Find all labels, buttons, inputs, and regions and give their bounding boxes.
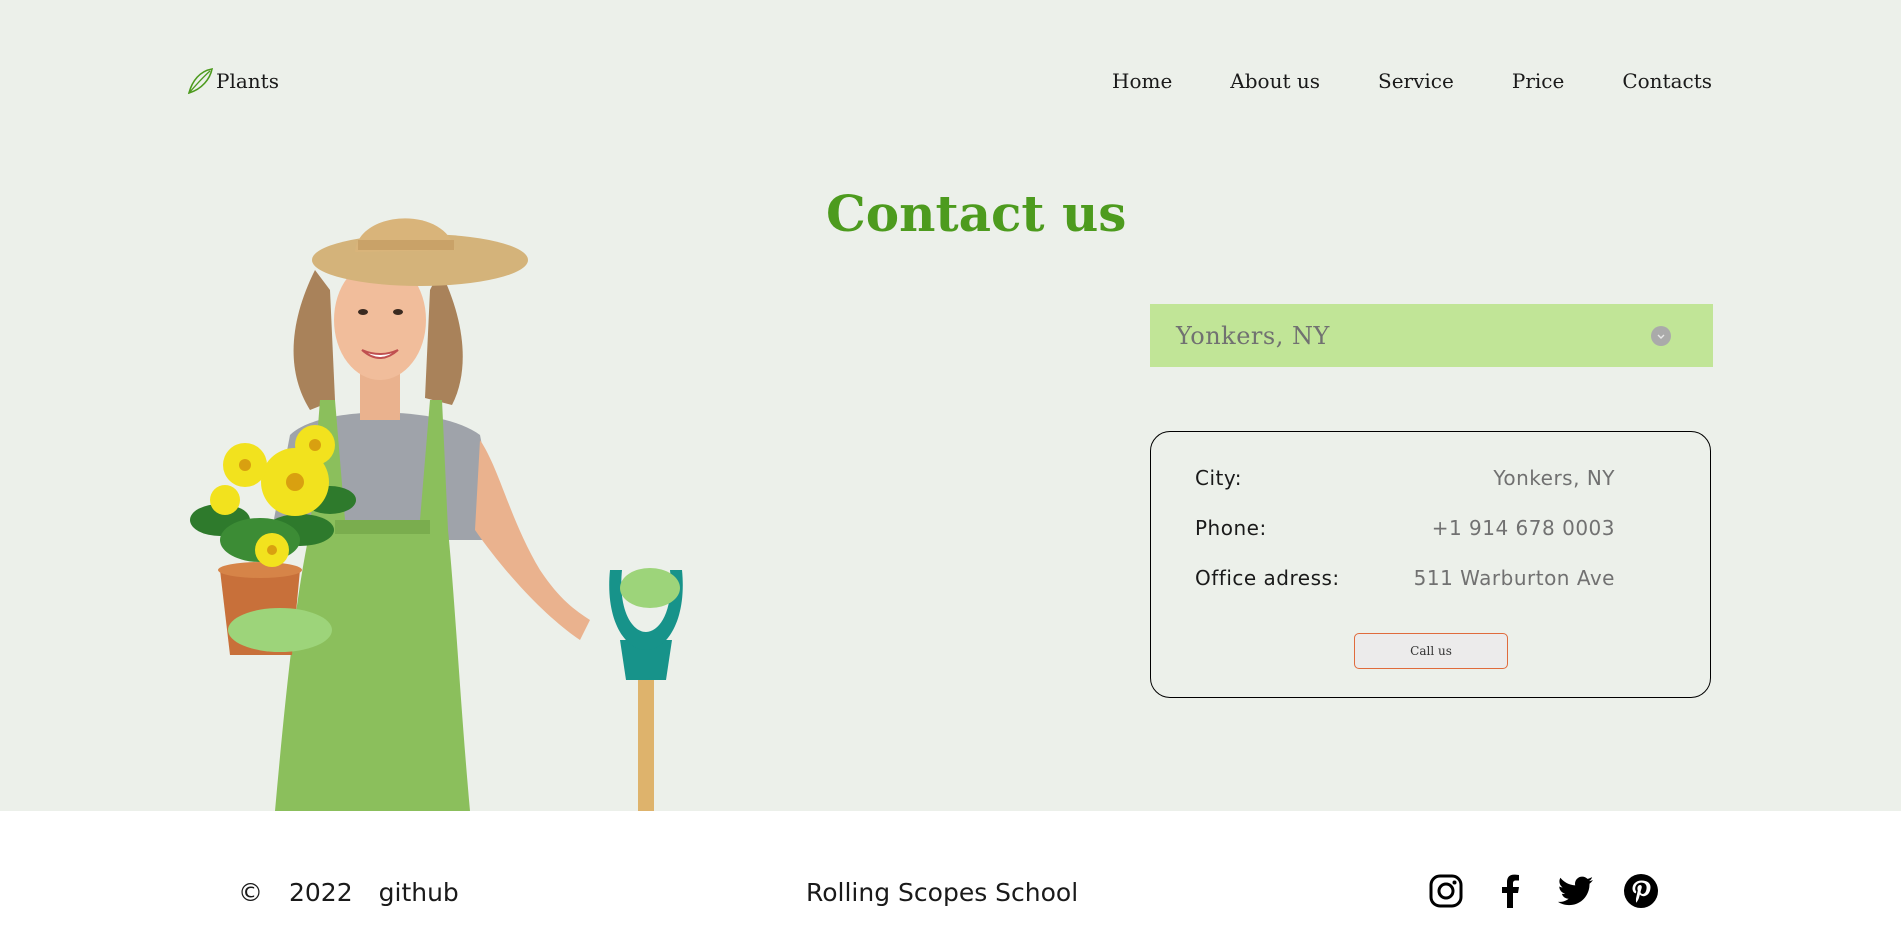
contact-row-phone: Phone: +1 914 678 0003 (1195, 513, 1615, 543)
page-title: Contact us (826, 184, 1127, 243)
nav-about-us[interactable]: About us (1230, 69, 1320, 93)
copyright-symbol: © (238, 877, 263, 907)
facebook-icon[interactable] (1493, 873, 1529, 909)
logo-text: Plants (216, 69, 279, 93)
twitter-icon[interactable] (1558, 873, 1594, 909)
contact-row-office: Office adress: 511 Warburton Ave (1195, 563, 1615, 593)
hero-section: Plants Home About us Service Price Conta… (0, 0, 1901, 811)
contact-value: +1 914 678 0003 (1431, 516, 1615, 540)
nav-home[interactable]: Home (1112, 69, 1172, 93)
nav-price[interactable]: Price (1512, 69, 1564, 93)
contact-label: Office adress: (1195, 566, 1340, 590)
main-nav: Home About us Service Price Contacts (1112, 66, 1712, 96)
contact-label: City: (1195, 466, 1242, 490)
nav-service[interactable]: Service (1378, 69, 1454, 93)
pinterest-icon[interactable] (1623, 873, 1659, 909)
github-link[interactable]: github (379, 878, 459, 907)
contact-value: Yonkers, NY (1493, 466, 1615, 490)
city-select[interactable]: Yonkers, NY (1150, 304, 1713, 367)
contact-value: 511 Warburton Ave (1413, 566, 1615, 590)
logo[interactable]: Plants (186, 66, 279, 96)
instagram-icon[interactable] (1428, 873, 1464, 909)
gardener-illustration (190, 218, 683, 811)
call-us-button[interactable]: Call us (1354, 633, 1508, 669)
contact-label: Phone: (1195, 516, 1267, 540)
social-links (1428, 873, 1659, 909)
chevron-down-icon[interactable] (1651, 326, 1671, 346)
nav-contacts[interactable]: Contacts (1622, 69, 1712, 93)
contact-card: City: Yonkers, NY Phone: +1 914 678 0003… (1150, 431, 1711, 698)
contact-row-city: City: Yonkers, NY (1195, 463, 1615, 493)
leaf-icon (187, 68, 214, 95)
city-select-value: Yonkers, NY (1176, 321, 1330, 350)
rs-school-link[interactable]: Rolling Scopes School (806, 876, 1078, 908)
footer-copyright: © 2022 github (238, 876, 459, 908)
copyright-year: 2022 (289, 877, 353, 907)
